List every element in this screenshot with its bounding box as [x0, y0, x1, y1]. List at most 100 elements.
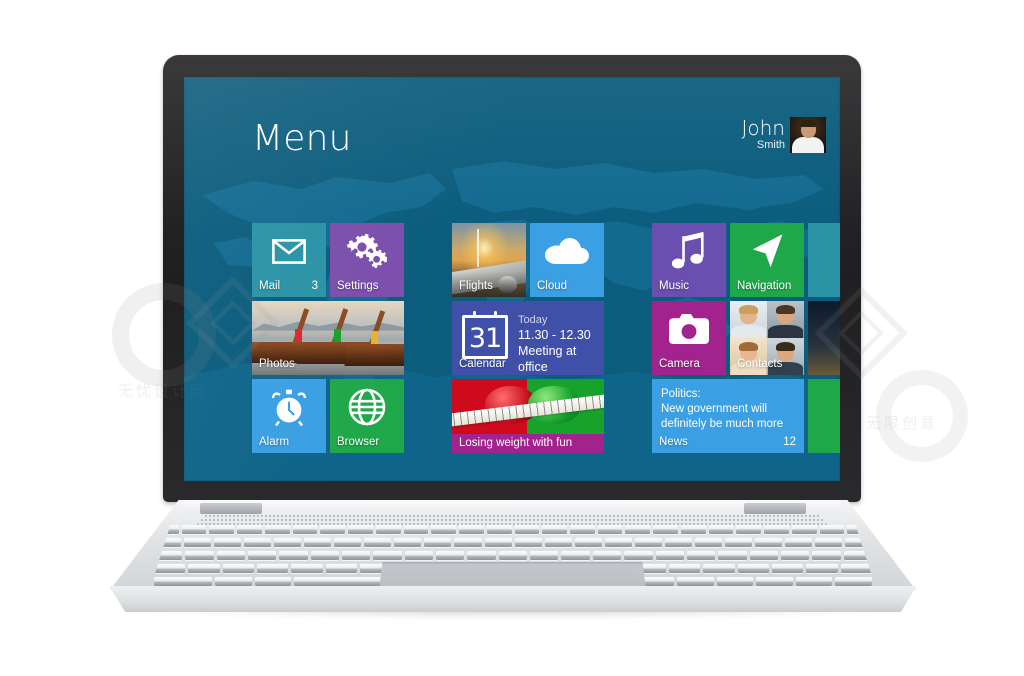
- key[interactable]: [514, 525, 540, 534]
- keyboard-row[interactable]: [150, 551, 876, 560]
- key[interactable]: [209, 525, 235, 534]
- tile-cloud[interactable]: Cloud: [530, 223, 604, 297]
- key[interactable]: [561, 551, 590, 560]
- key[interactable]: [256, 564, 289, 573]
- key[interactable]: [718, 551, 747, 560]
- key[interactable]: [431, 525, 457, 534]
- key[interactable]: [756, 577, 793, 586]
- key[interactable]: [724, 538, 752, 547]
- key[interactable]: [214, 538, 242, 547]
- key[interactable]: [498, 551, 528, 560]
- key[interactable]: [653, 525, 678, 534]
- tile-edge-row1[interactable]: [808, 223, 840, 297]
- key[interactable]: [703, 564, 735, 573]
- tile-browser[interactable]: Browser: [330, 379, 404, 453]
- key[interactable]: [188, 564, 220, 573]
- tile-mail[interactable]: Mail 3: [252, 223, 326, 297]
- key[interactable]: [686, 551, 716, 560]
- key[interactable]: [544, 538, 572, 547]
- key[interactable]: [274, 538, 302, 547]
- key[interactable]: [264, 525, 290, 534]
- key[interactable]: [819, 525, 845, 534]
- key[interactable]: [708, 525, 734, 534]
- key[interactable]: [574, 538, 602, 547]
- key[interactable]: [624, 551, 653, 560]
- key[interactable]: [815, 538, 843, 547]
- key[interactable]: [784, 538, 813, 547]
- key[interactable]: [348, 525, 373, 534]
- key[interactable]: [530, 551, 559, 560]
- key[interactable]: [454, 538, 482, 547]
- tile-edge-row3[interactable]: [808, 379, 840, 453]
- tile-contacts[interactable]: Contacts: [730, 301, 804, 375]
- key[interactable]: [181, 525, 207, 534]
- key[interactable]: [840, 564, 872, 573]
- key[interactable]: [484, 538, 512, 547]
- key[interactable]: [737, 564, 769, 573]
- key[interactable]: [154, 564, 186, 573]
- key[interactable]: [184, 538, 212, 547]
- key[interactable]: [373, 551, 402, 560]
- key[interactable]: [279, 551, 308, 560]
- key[interactable]: [459, 525, 484, 534]
- key[interactable]: [185, 551, 214, 560]
- key[interactable]: [467, 551, 496, 560]
- tile-photos[interactable]: Photos: [252, 301, 404, 375]
- key[interactable]: [791, 525, 817, 534]
- tile-news[interactable]: Politics: New government will definitely…: [652, 379, 804, 453]
- key[interactable]: [634, 538, 662, 547]
- key[interactable]: [592, 551, 622, 560]
- tile-navigation[interactable]: Navigation: [730, 223, 804, 297]
- keyboard-row[interactable]: [150, 525, 876, 534]
- key[interactable]: [154, 577, 213, 586]
- tile-camera[interactable]: Camera: [652, 301, 726, 375]
- key[interactable]: [364, 538, 392, 547]
- key[interactable]: [237, 525, 262, 534]
- key[interactable]: [424, 538, 452, 547]
- key[interactable]: [570, 525, 595, 534]
- key[interactable]: [625, 525, 651, 534]
- key[interactable]: [680, 525, 706, 534]
- key[interactable]: [664, 538, 692, 547]
- tile-settings[interactable]: Settings: [330, 223, 404, 297]
- key[interactable]: [542, 525, 568, 534]
- key[interactable]: [754, 538, 782, 547]
- keyboard-row[interactable]: [150, 538, 876, 547]
- key[interactable]: [394, 538, 422, 547]
- key[interactable]: [334, 538, 362, 547]
- key[interactable]: [764, 525, 789, 534]
- key[interactable]: [795, 577, 833, 586]
- key[interactable]: [254, 577, 292, 586]
- key[interactable]: [291, 564, 323, 573]
- tile-flights[interactable]: Flights: [452, 223, 526, 297]
- key[interactable]: [655, 551, 684, 560]
- key[interactable]: [486, 525, 512, 534]
- key[interactable]: [812, 551, 841, 560]
- key[interactable]: [404, 551, 434, 560]
- key[interactable]: [597, 525, 623, 534]
- tile-diet[interactable]: Losing weight with fun: [452, 379, 604, 453]
- key[interactable]: [749, 551, 778, 560]
- key[interactable]: [716, 577, 754, 586]
- key[interactable]: [342, 551, 371, 560]
- key[interactable]: [248, 551, 277, 560]
- key[interactable]: [244, 538, 272, 547]
- key[interactable]: [514, 538, 542, 547]
- key[interactable]: [694, 538, 722, 547]
- key[interactable]: [320, 525, 346, 534]
- key[interactable]: [436, 551, 465, 560]
- key[interactable]: [325, 564, 357, 573]
- key[interactable]: [736, 525, 762, 534]
- tile-alarm[interactable]: Alarm: [252, 379, 326, 453]
- key[interactable]: [806, 564, 838, 573]
- key[interactable]: [604, 538, 632, 547]
- tile-calendar[interactable]: 31 Today 11.30 - 12.30 Meeting at office…: [452, 301, 604, 375]
- key[interactable]: [216, 551, 246, 560]
- key[interactable]: [771, 564, 804, 573]
- key[interactable]: [835, 577, 872, 586]
- key[interactable]: [215, 577, 252, 586]
- key[interactable]: [292, 525, 318, 534]
- tile-music[interactable]: Music: [652, 223, 726, 297]
- key[interactable]: [780, 551, 810, 560]
- key[interactable]: [304, 538, 332, 547]
